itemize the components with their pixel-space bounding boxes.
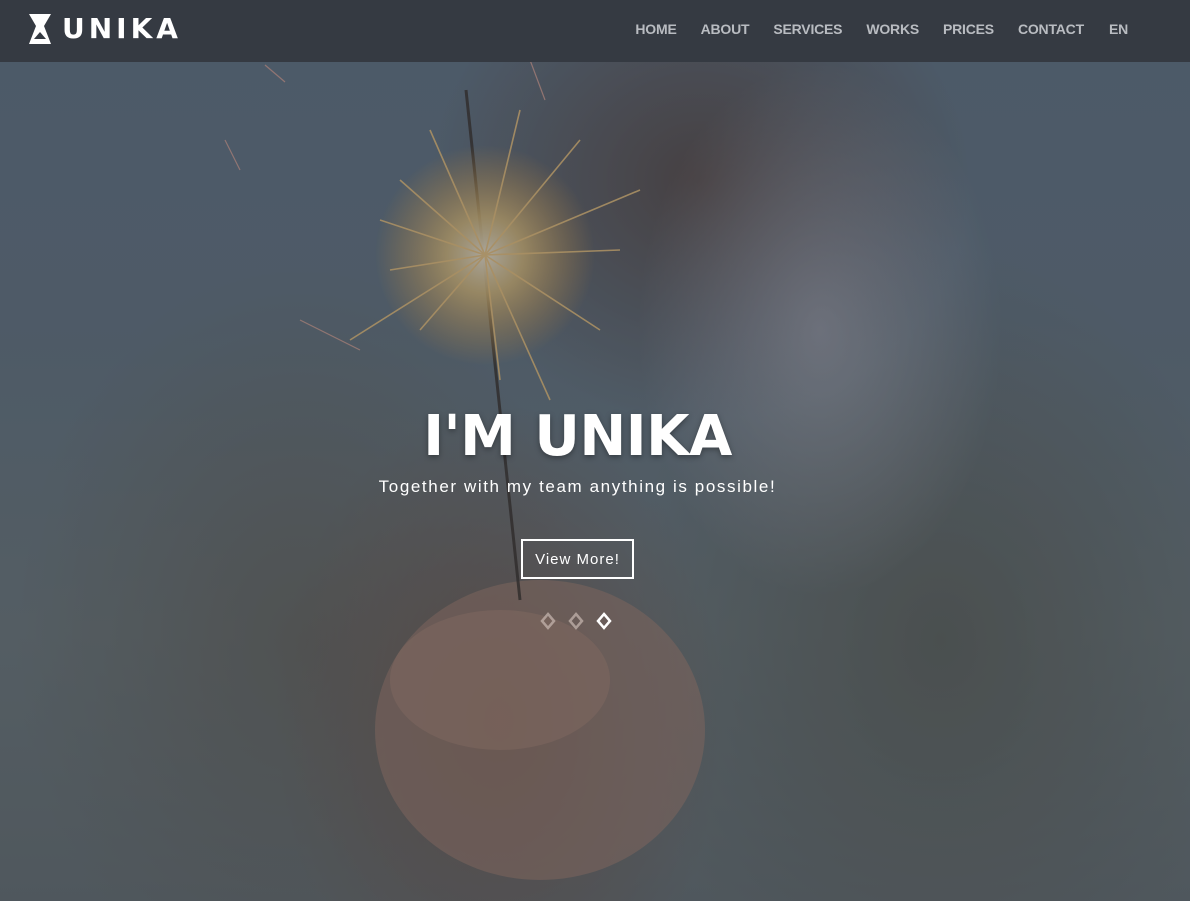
main-nav: HOME ABOUT SERVICES WORKS PRICES CONTACT… <box>623 0 1128 58</box>
nav-contact[interactable]: CONTACT <box>1006 21 1096 37</box>
view-more-button[interactable]: View More! <box>521 539 634 579</box>
nav-works[interactable]: WORKS <box>854 21 931 37</box>
slide-dot-2[interactable] <box>568 612 584 630</box>
logo-wordmark: UNIKA <box>62 12 182 45</box>
hourglass-icon <box>29 14 51 44</box>
nav-services[interactable]: SERVICES <box>761 21 854 37</box>
nav-home[interactable]: HOME <box>623 21 688 37</box>
slide-dot-3-active[interactable] <box>596 612 612 630</box>
top-navbar: UNIKA HOME ABOUT SERVICES WORKS PRICES C… <box>0 0 1190 62</box>
hero-title: I'M UNIKA <box>423 404 732 469</box>
language-switcher[interactable]: EN <box>1096 21 1128 37</box>
slide-dot-1[interactable] <box>540 612 556 630</box>
slider-pagination <box>540 612 612 630</box>
nav-about[interactable]: ABOUT <box>689 21 762 37</box>
hero-subtitle: Together with my team anything is possib… <box>378 477 777 496</box>
site-logo[interactable]: UNIKA <box>28 13 182 45</box>
nav-prices[interactable]: PRICES <box>931 21 1006 37</box>
landing-page: UNIKA HOME ABOUT SERVICES WORKS PRICES C… <box>0 0 1190 901</box>
